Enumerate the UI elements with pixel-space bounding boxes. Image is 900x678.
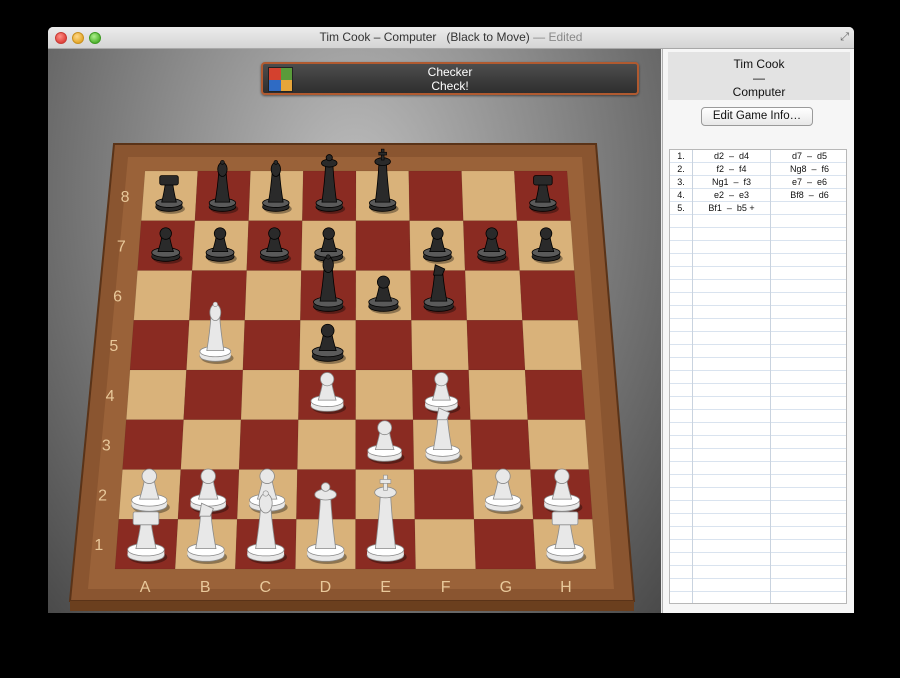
move-row[interactable]: 4. e2 – e3 Bf8 – d6: [670, 189, 848, 202]
white-move: d2 – d4: [713, 151, 750, 161]
rank-label: 7: [117, 239, 126, 256]
square-b4: [183, 369, 244, 420]
move-row[interactable]: 1. d2 – d4 d7 – d5: [670, 150, 848, 163]
window-title-main: Tim Cook – Computer (Black to Move): [319, 30, 530, 44]
status-player-label: Checker: [427, 65, 473, 79]
square-g5: [466, 320, 526, 371]
fullscreen-arrows-icon[interactable]: ⤢: [840, 31, 849, 44]
square-e4: [355, 369, 414, 420]
square-g3: [470, 419, 531, 470]
square-c5: [242, 320, 301, 371]
board-view[interactable]: 1 2 3 4 5 6 7 8 A B C D E F G H Checker Check!: [48, 49, 661, 613]
square-c6: [244, 270, 302, 321]
file-label: C: [260, 579, 272, 596]
move-list[interactable]: 1. d2 – d4 d7 – d5 2. f2 – f4 Ng8 – f6 3. Ng1 –…: [669, 149, 847, 604]
square-d3: [297, 419, 356, 470]
game-info-panel: Tim Cook — Computer Edit Game Info… 1. d2…: [662, 49, 854, 613]
square-a6: [133, 270, 193, 321]
white-player-name: Tim Cook: [733, 57, 785, 71]
square-h3: [527, 419, 590, 470]
white-move: Ng1 – f3: [711, 177, 752, 187]
square-e5: [355, 320, 413, 371]
square-g8: [461, 170, 518, 221]
chess-board[interactable]: 1 2 3 4 5 6 7 8 A B C D E F G H: [48, 49, 661, 613]
status-check-label: Check!: [431, 79, 469, 93]
black-move: Ng8 – f6: [789, 164, 830, 174]
square-h5: [522, 320, 582, 371]
move-number: 1.: [677, 151, 685, 161]
players-separator: —: [753, 71, 765, 85]
move-number: 3.: [677, 177, 685, 187]
square-g1: [473, 519, 537, 570]
square-h4: [524, 369, 586, 420]
square-a5: [129, 320, 190, 371]
window-title: Tim Cook – Computer (Black to Move) — Ed…: [48, 30, 854, 44]
file-label: F: [441, 579, 451, 596]
black-move: e7 – e6: [791, 177, 828, 187]
players-box: Tim Cook — Computer: [668, 52, 850, 100]
rank-label: 4: [106, 388, 115, 405]
square-b3: [180, 419, 242, 470]
square-e7: [355, 220, 411, 271]
file-label: H: [560, 579, 572, 596]
white-move: f2 – f4: [716, 164, 747, 174]
move-row[interactable]: 3. Ng1 – f3 e7 – e6: [670, 176, 848, 189]
rank-label: 2: [98, 487, 107, 504]
black-move: d7 – d5: [791, 151, 828, 161]
title-bar[interactable]: Tim Cook – Computer (Black to Move) — Ed…: [48, 27, 854, 49]
edit-game-info-button[interactable]: Edit Game Info…: [701, 107, 813, 126]
square-c4: [240, 369, 300, 420]
square-f2: [413, 469, 475, 520]
black-move: Bf8 – d6: [790, 190, 829, 200]
file-label: B: [200, 579, 211, 596]
rank-label: 1: [94, 537, 103, 554]
square-f1: [414, 519, 477, 570]
square-a4: [125, 369, 187, 420]
move-number: 5.: [677, 203, 685, 213]
square-g6: [464, 270, 523, 321]
move-list-divider: [692, 150, 693, 603]
rank-label: 5: [109, 338, 118, 355]
move-list-divider: [770, 150, 771, 603]
move-row[interactable]: 5. Bf1 – b5 +: [670, 202, 848, 215]
move-number: 4.: [677, 190, 685, 200]
move-number: 2.: [677, 164, 685, 174]
black-player-name: Computer: [732, 85, 786, 99]
board-frame-edge: [70, 601, 634, 611]
file-label: D: [320, 579, 332, 596]
white-move: Bf1 – b5 +: [708, 203, 755, 213]
square-g4: [468, 369, 529, 420]
window-title-edited: — Edited: [529, 30, 583, 44]
rank-label: 6: [113, 288, 122, 305]
white-move: e2 – e3: [713, 190, 750, 200]
file-label: E: [380, 579, 391, 596]
square-a3: [122, 419, 184, 470]
square-c3: [238, 419, 299, 470]
square-h6: [519, 270, 579, 321]
square-f8: [408, 170, 464, 221]
game-status-box: Checker Check!: [261, 62, 639, 95]
file-label: A: [140, 579, 151, 596]
file-label: G: [500, 579, 512, 596]
rank-label: 3: [102, 438, 111, 455]
rank-label: 8: [121, 189, 130, 206]
move-row[interactable]: 2. f2 – f4 Ng8 – f6: [670, 163, 848, 176]
square-f5: [411, 320, 469, 371]
chess-window: Tim Cook – Computer (Black to Move) — Ed…: [48, 27, 854, 613]
